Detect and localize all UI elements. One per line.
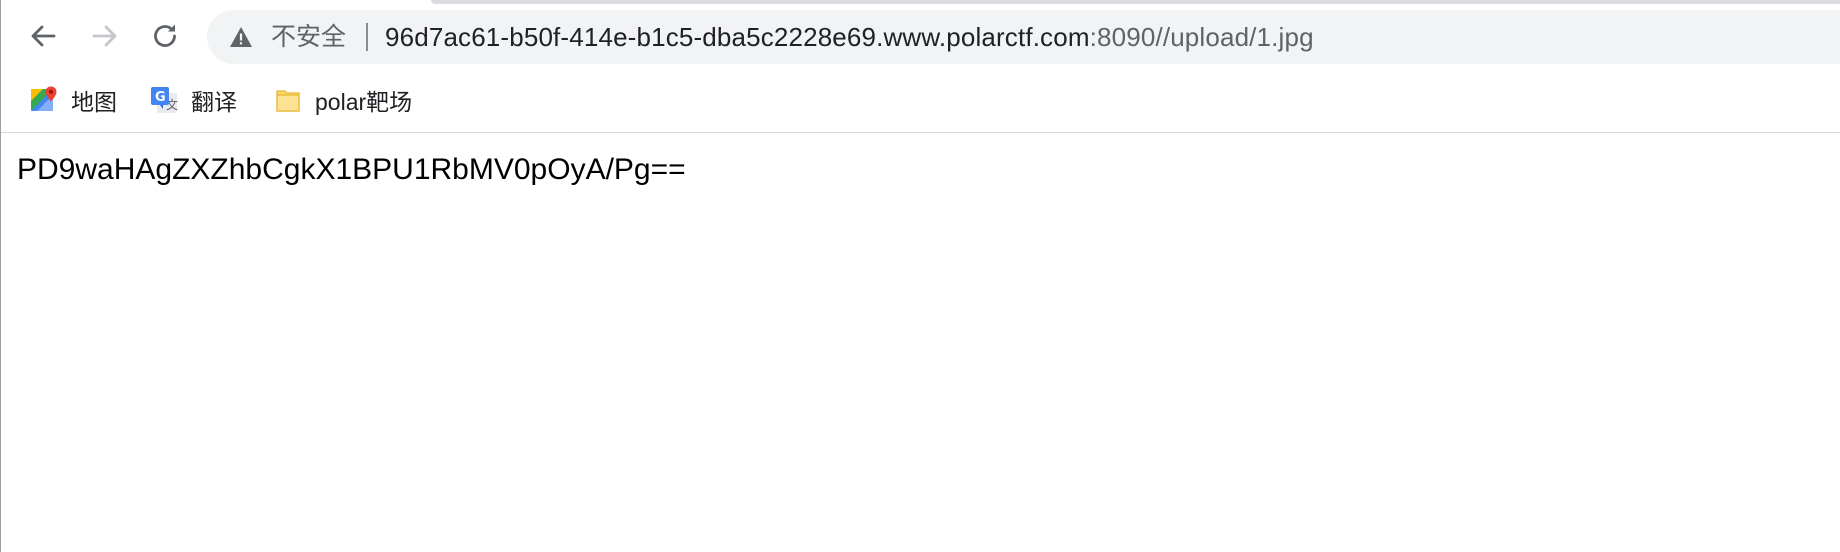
back-button[interactable] bbox=[23, 16, 63, 56]
google-translate-icon: 文 G bbox=[151, 87, 178, 113]
url-path[interactable]: :8090//upload/1.jpg bbox=[1090, 22, 1314, 52]
bookmark-label: polar靶场 bbox=[315, 89, 413, 115]
arrow-right-icon bbox=[92, 25, 117, 47]
bookmark-translate[interactable]: 文 G 翻译 bbox=[149, 82, 237, 118]
warning-triangle-icon[interactable] bbox=[229, 26, 253, 48]
page-body-text: PD9waHAgZXZhbCgkX1BPU1RbMV0pOyA/Pg== bbox=[17, 153, 686, 186]
browser-toolbar: 不安全 96d7ac61-b50f-414e-b1c5-dba5c2228e69… bbox=[1, 0, 1840, 72]
page-content: PD9waHAgZXZhbCgkX1BPU1RbMV0pOyA/Pg== bbox=[1, 133, 1840, 552]
arrow-left-icon bbox=[31, 25, 56, 47]
google-maps-icon bbox=[31, 86, 57, 111]
bookmark-polar[interactable]: polar靶场 bbox=[273, 82, 412, 118]
bookmark-maps[interactable]: 地图 bbox=[29, 82, 117, 118]
svg-text:G: G bbox=[155, 90, 166, 105]
tab-strip-edge bbox=[431, 0, 1840, 4]
forward-button[interactable] bbox=[85, 16, 125, 56]
folder-icon bbox=[276, 90, 300, 112]
url-host[interactable]: 96d7ac61-b50f-414e-b1c5-dba5c2228e69.www… bbox=[385, 22, 1090, 52]
bookmark-label: 翻译 bbox=[191, 89, 237, 115]
bookmark-label: 地图 bbox=[71, 89, 117, 115]
url-text[interactable]: 96d7ac61-b50f-414e-b1c5-dba5c2228e69.www… bbox=[385, 21, 1314, 53]
bookmarks-bar: 地图 文 G 翻译 polar靶场 bbox=[1, 72, 1840, 132]
security-status-label[interactable]: 不安全 bbox=[271, 22, 346, 52]
url-divider bbox=[366, 23, 368, 51]
browser-window: 不安全 96d7ac61-b50f-414e-b1c5-dba5c2228e69… bbox=[0, 0, 1840, 552]
address-bar[interactable]: 不安全 96d7ac61-b50f-414e-b1c5-dba5c2228e69… bbox=[207, 10, 1840, 64]
reload-icon bbox=[154, 24, 176, 47]
reload-button[interactable] bbox=[145, 16, 185, 56]
